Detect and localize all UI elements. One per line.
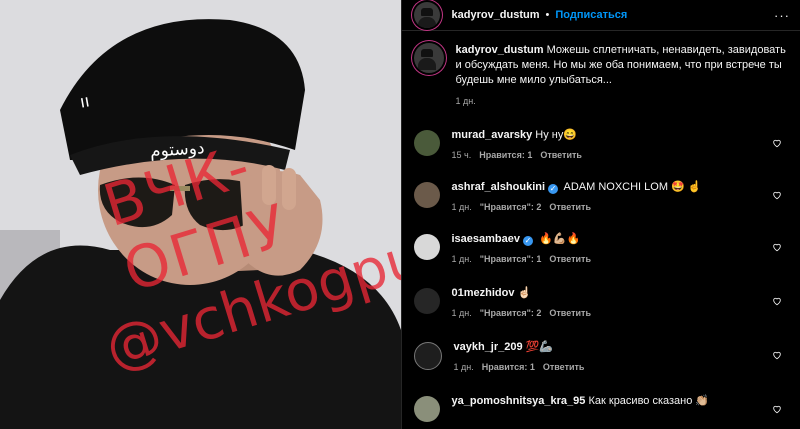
caption-body: kadyrov_dustum Можешь сплетничать, ненав… — [456, 43, 787, 109]
like-heart-icon[interactable] — [772, 404, 782, 414]
comment-time: 1 дн. — [451, 308, 472, 318]
comment-row: ashraf_alshoukini ✓ ADAM NOXCHI LOM 🤩 ☝️ … — [413, 180, 791, 214]
reply-button[interactable]: Ответить — [543, 362, 585, 372]
comment-username[interactable]: ya_pomoshnitsya_kra_95 — [452, 395, 586, 407]
comment-avatar[interactable] — [413, 234, 440, 260]
comment-username[interactable]: murad_avarsky — [452, 129, 533, 141]
comment-row: isaesambaev ✓ 🔥💪🏼🔥 1 дн. "Нравится": 1 Отве… — [413, 232, 791, 266]
like-heart-icon[interactable] — [772, 190, 782, 200]
comment-avatar[interactable] — [413, 288, 440, 314]
caption-avatar[interactable] — [413, 43, 444, 73]
like-heart-icon[interactable] — [772, 242, 782, 252]
post-view: دوستوم ıı ВЧК-ОГПУ @vchkogpu kadyrov_dus… — [0, 0, 800, 429]
caption-username[interactable]: kadyrov_dustum — [456, 44, 544, 56]
comment-username[interactable]: vaykh_jr_209 — [454, 341, 523, 353]
verified-badge-icon: ✓ — [523, 236, 533, 246]
comment-avatar[interactable] — [413, 130, 440, 156]
comment-text: Как красиво сказано 👏🏼 — [588, 395, 710, 407]
post-photo[interactable]: دوستوم ıı ВЧК-ОГПУ @vchkogpu — [0, 0, 401, 429]
comment-likes[interactable]: "Нравится": 2 — [480, 308, 542, 318]
comment-text: Ну ну😄 — [535, 129, 578, 141]
comment-avatar[interactable] — [413, 342, 442, 370]
author-username[interactable]: kadyrov_dustum — [452, 9, 540, 21]
comment-time: 15 ч. — [451, 150, 472, 160]
comment-row: 01mezhidov ☝🏻 1 дн. "Нравится": 2 Ответить — [413, 286, 791, 320]
comment-avatar[interactable] — [413, 396, 440, 422]
reply-button[interactable]: Ответить — [549, 308, 591, 318]
comment-time: 1 дн. — [451, 202, 472, 212]
reply-button[interactable]: Ответить — [549, 254, 591, 264]
follow-button[interactable]: Подписаться — [555, 9, 627, 21]
like-heart-icon[interactable] — [772, 350, 782, 360]
comment-text: 💯🦾 — [525, 341, 554, 353]
more-options-icon[interactable]: ··· — [774, 8, 790, 23]
comment-time: 1 дн. — [451, 254, 472, 264]
comments-panel: kadyrov_dustum • Подписаться ··· kadyrov… — [400, 0, 800, 429]
caption-time: 1 дн. — [455, 96, 476, 106]
comment-text: 🔥💪🏼🔥 — [539, 233, 581, 245]
comment-likes[interactable]: Нравится: 1 — [479, 150, 532, 160]
comment-avatar[interactable] — [413, 182, 440, 208]
comment-row: vaykh_jr_209 💯🦾 1 дн. Нравится: 1 Ответить — [413, 340, 791, 374]
comment-likes[interactable]: Нравится: 1 — [482, 362, 535, 372]
comment-username[interactable]: ashraf_alshoukini — [452, 181, 546, 193]
comment-row: murad_avarsky Ну ну😄 15 ч. Нравится: 1 Отв… — [413, 128, 791, 162]
like-heart-icon[interactable] — [772, 296, 782, 306]
verified-badge-icon: ✓ — [548, 184, 559, 194]
post-caption: kadyrov_dustum Можешь сплетничать, ненав… — [402, 31, 800, 109]
post-header: kadyrov_dustum • Подписаться ··· — [401, 0, 800, 31]
comment-text: ADAM NOXCHI LOM 🤩 ☝️ — [563, 181, 702, 193]
like-heart-icon[interactable] — [772, 138, 782, 148]
comment-row: ya_pomoshnitsya_kra_95 Как красиво сказа… — [413, 394, 791, 422]
comment-time: 1 дн. — [453, 362, 474, 372]
reply-button[interactable]: Ответить — [549, 202, 591, 212]
separator-dot: • — [545, 9, 550, 21]
comment-likes[interactable]: "Нравится": 1 — [480, 254, 542, 264]
author-avatar[interactable] — [413, 2, 440, 28]
reply-button[interactable]: Ответить — [540, 150, 582, 160]
comment-likes[interactable]: "Нравится": 2 — [480, 202, 542, 212]
comment-username[interactable]: 01mezhidov — [452, 287, 515, 299]
comment-username[interactable]: isaesambaev — [452, 233, 521, 245]
comment-text: ☝🏻 — [517, 287, 532, 299]
